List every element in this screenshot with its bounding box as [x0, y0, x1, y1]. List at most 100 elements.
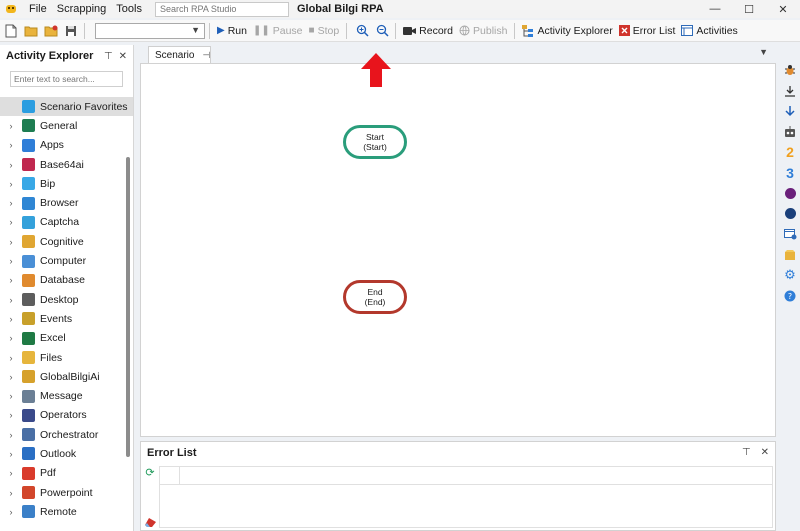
robot-icon[interactable] [780, 122, 800, 143]
zoom-out-icon[interactable] [373, 22, 391, 40]
studio-search-input[interactable] [154, 1, 289, 17]
app-logo-icon [4, 2, 18, 16]
run-button[interactable]: ▶ Run [214, 22, 250, 40]
chevron-down-icon[interactable]: ▼ [759, 47, 768, 57]
chevron-right-icon[interactable]: › [0, 198, 16, 208]
category-icon [22, 273, 35, 287]
refresh-icon[interactable]: ⟳ [144, 466, 156, 479]
tree-item[interactable]: Scenario Favorites [0, 97, 133, 117]
tree-item[interactable]: › Outlook [0, 444, 133, 463]
tree-scrollbar[interactable] [126, 157, 130, 457]
tree-item[interactable]: › Excel [0, 329, 133, 348]
pin-icon[interactable]: ⊤ [742, 447, 751, 458]
record-button[interactable]: Record [400, 22, 456, 40]
activity-search-input[interactable] [10, 71, 123, 87]
tree-item[interactable]: › Database [0, 271, 133, 290]
number-three-icon[interactable]: 3 [780, 163, 800, 184]
stop-button[interactable]: ■ Stop [306, 22, 343, 40]
download-icon[interactable] [780, 81, 800, 102]
scenario-canvas[interactable]: Start (Start) End (End) [140, 63, 776, 437]
zoom-in-icon[interactable] [353, 22, 371, 40]
window-link-icon[interactable] [780, 224, 800, 245]
navy-dot-icon[interactable] [780, 204, 800, 225]
chevron-right-icon[interactable]: › [0, 295, 16, 305]
chevron-right-icon[interactable]: › [0, 179, 16, 189]
tree-item[interactable]: › Files [0, 348, 133, 367]
scenario-select[interactable]: ▼ [95, 22, 205, 39]
minimize-button[interactable]: — [698, 0, 732, 18]
chevron-right-icon[interactable]: › [0, 449, 16, 459]
package-icon[interactable] [780, 245, 800, 266]
chevron-right-icon[interactable]: › [0, 488, 16, 498]
maximize-button[interactable]: ☐ [732, 0, 766, 18]
purple-dot-icon[interactable] [780, 183, 800, 204]
tree-item[interactable]: › General [0, 116, 133, 135]
chevron-right-icon[interactable]: › [0, 430, 16, 440]
publish-button[interactable]: Publish [456, 22, 510, 40]
gear-icon[interactable]: ⚙ [780, 265, 800, 286]
tree-item[interactable]: › Bip [0, 174, 133, 193]
activities-button[interactable]: Activities [678, 22, 740, 40]
pin-icon[interactable]: ⊣ [202, 50, 210, 61]
arrow-down-icon[interactable] [780, 101, 800, 122]
tree-item[interactable]: › Browser [0, 193, 133, 212]
chevron-right-icon[interactable]: › [0, 160, 16, 170]
start-node[interactable]: Start (Start) [343, 125, 407, 159]
category-icon [22, 389, 35, 403]
chevron-right-icon[interactable]: › [0, 314, 16, 324]
pin-icon[interactable]: ⊤ [104, 51, 113, 62]
tree-item[interactable]: › Base64ai [0, 155, 133, 174]
chevron-right-icon[interactable]: › [0, 121, 16, 131]
tree-item-label: Message [40, 390, 83, 403]
bug-icon[interactable] [780, 60, 800, 81]
chevron-right-icon[interactable]: › [0, 333, 16, 343]
tree-item[interactable]: › Cognitive [0, 232, 133, 251]
activity-explorer-button[interactable]: Activity Explorer [519, 22, 615, 40]
tree-item[interactable]: › GlobalBilgiAi [0, 367, 133, 386]
tree-item[interactable]: › Powerpoint [0, 483, 133, 502]
chevron-right-icon[interactable]: › [0, 140, 16, 150]
tree-item[interactable]: › Operators [0, 406, 133, 425]
open-recent-icon[interactable] [42, 22, 60, 40]
chevron-right-icon[interactable]: › [0, 237, 16, 247]
chevron-right-icon[interactable]: › [0, 275, 16, 285]
close-icon[interactable]: ✕ [119, 51, 127, 62]
tree-item[interactable]: › Pdf [0, 464, 133, 483]
chevron-right-icon[interactable]: › [0, 256, 16, 266]
close-icon[interactable]: ✕ [761, 447, 769, 458]
tree-item[interactable]: › Remote [0, 502, 133, 521]
menu-tools[interactable]: Tools [111, 3, 147, 15]
new-file-icon[interactable] [2, 22, 20, 40]
tree-item[interactable]: › Apps [0, 136, 133, 155]
tree-item[interactable]: › Message [0, 386, 133, 405]
category-icon [22, 428, 35, 442]
help-icon[interactable]: ? [780, 286, 800, 307]
close-window-button[interactable]: ✕ [766, 0, 800, 18]
pause-button[interactable]: ❚❚ Pause [250, 22, 306, 40]
number-two-icon[interactable]: 2 [780, 142, 800, 163]
error-x-icon [618, 25, 630, 36]
tree-item[interactable]: › Captcha [0, 213, 133, 232]
chevron-right-icon[interactable]: › [0, 507, 16, 517]
tab-scenario[interactable]: Scenario ⊣ [148, 46, 211, 63]
tree-item[interactable]: › Computer [0, 251, 133, 270]
chevron-right-icon[interactable]: › [0, 468, 16, 478]
end-node[interactable]: End (End) [343, 280, 407, 314]
save-icon[interactable] [62, 22, 80, 40]
tree-item[interactable]: › Orchestrator [0, 425, 133, 444]
tree-item[interactable]: › Events [0, 309, 133, 328]
chevron-right-icon[interactable]: › [0, 410, 16, 420]
tree-item-label: Cognitive [40, 235, 84, 248]
tree-item-label: Database [40, 274, 85, 287]
chevron-right-icon[interactable]: › [0, 372, 16, 382]
menu-file[interactable]: File [24, 3, 52, 15]
chevron-right-icon[interactable]: › [0, 391, 16, 401]
category-icon [22, 254, 35, 268]
chevron-right-icon[interactable]: › [0, 217, 16, 227]
error-list-button[interactable]: Error List [616, 22, 679, 40]
eraser-icon[interactable] [144, 516, 156, 528]
chevron-right-icon[interactable]: › [0, 353, 16, 363]
open-folder-icon[interactable] [22, 22, 40, 40]
tree-item[interactable]: › Desktop [0, 290, 133, 309]
menu-scrapping[interactable]: Scrapping [52, 3, 112, 15]
